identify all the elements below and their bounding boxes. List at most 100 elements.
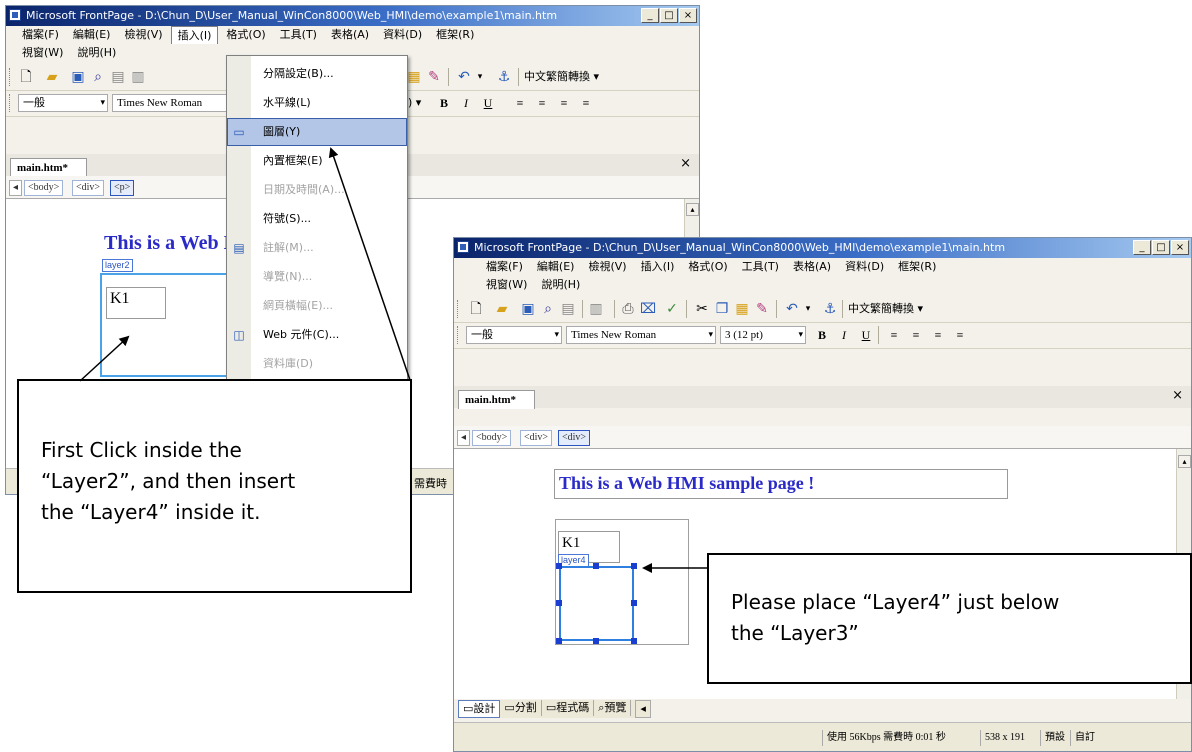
status-custom[interactable]: 自訂 (1070, 730, 1099, 746)
font-combo[interactable]: Times New Roman ▾ (566, 326, 716, 344)
chinese-conversion-button[interactable]: 中文繁簡轉換 ▾ (848, 301, 923, 317)
insert-menu-item-1[interactable]: 水平線(L) (227, 89, 407, 117)
left-menu-6[interactable]: 表格(A) (325, 26, 375, 44)
align-center-icon[interactable]: ≡ (534, 95, 550, 111)
right-menu-5[interactable]: 工具(T) (736, 258, 785, 276)
left-menu-3[interactable]: 插入(I) (170, 26, 219, 44)
layer4-box[interactable] (559, 566, 634, 641)
insert-menu-item-3[interactable]: 內置框架(E) (227, 147, 407, 175)
open-folder-icon[interactable]: ▰ (44, 69, 60, 85)
tag-body[interactable]: <body> (472, 430, 512, 446)
resize-handle[interactable] (631, 600, 637, 606)
insert-menu-item-2[interactable]: ▭ 圖層(Y) (227, 118, 407, 146)
tab-design[interactable]: ▭設計 (458, 700, 501, 718)
tag-div[interactable]: <div> (520, 430, 553, 446)
format-painter-icon[interactable]: ✎ (754, 301, 770, 317)
style-combo[interactable]: 一般 ▾ (466, 326, 562, 344)
underline-button[interactable]: U (480, 95, 496, 111)
scroll-up-icon[interactable]: ▴ (1178, 455, 1191, 468)
insert-menu-item-9[interactable]: ◫ Web 元件(C)... (227, 321, 407, 349)
insert-menu-item-0[interactable]: 分隔設定(B)... (227, 60, 407, 88)
tab-main-htm[interactable]: main.htm* (10, 158, 88, 177)
preview-icon[interactable]: ⌧ (640, 301, 656, 317)
cut-icon[interactable]: ✂ (694, 301, 710, 317)
chinese-conversion-button[interactable]: 中文繁簡轉換 ▾ (524, 69, 599, 85)
scroll-left-icon[interactable]: ◂ (635, 700, 651, 718)
publish-icon[interactable]: ▤ (110, 69, 126, 85)
bookmark-icon[interactable]: ⚓ (496, 69, 512, 85)
toolbar-grip[interactable] (9, 94, 13, 112)
font-combo[interactable]: Times New Roman (112, 94, 242, 112)
close-icon[interactable]: × (679, 8, 697, 23)
align-left-icon[interactable]: ≡ (512, 95, 528, 111)
bold-button[interactable]: B (436, 95, 452, 111)
layer2-label[interactable]: layer2 (102, 259, 133, 272)
right-menu-4[interactable]: 格式(O) (682, 258, 733, 276)
page-heading-box[interactable]: This is a Web HMI sample page ! (554, 469, 1008, 499)
align-right-icon[interactable]: ≡ (930, 327, 946, 343)
close-document-icon[interactable]: × (680, 156, 691, 171)
right-menu-8[interactable]: 框架(R) (892, 258, 942, 276)
left-row2-menu-0[interactable]: 視窗(W) (16, 44, 69, 62)
align-left-icon[interactable]: ≡ (886, 327, 902, 343)
resize-handle[interactable] (556, 600, 562, 606)
undo-icon[interactable]: ↶ (784, 301, 800, 317)
print-icon[interactable]: ⎙ (620, 301, 636, 317)
italic-button[interactable]: I (458, 95, 474, 111)
right-menu-6[interactable]: 表格(A) (787, 258, 837, 276)
tab-main-htm[interactable]: main.htm* (458, 390, 536, 409)
tab-split[interactable]: ▭分割 (500, 700, 542, 716)
save-icon[interactable]: ▣ (520, 301, 536, 317)
minimize-icon[interactable]: _ (1133, 240, 1151, 255)
tab-preview[interactable]: ⌕預覽 (594, 700, 632, 716)
tag-arrow-icon[interactable]: ◂ (9, 180, 23, 196)
right-menu-3[interactable]: 插入(I) (635, 258, 681, 276)
left-row2-menu-1[interactable]: 說明(H) (71, 44, 122, 62)
tag-arrow-icon[interactable]: ◂ (457, 430, 471, 446)
left-title-bar[interactable]: Microsoft FrontPage - D:\Chun_D\User_Man… (6, 6, 699, 26)
toolbar-grip[interactable] (457, 326, 461, 344)
left-menu-1[interactable]: 編輯(E) (67, 26, 117, 44)
scroll-up-icon[interactable]: ▴ (686, 203, 699, 216)
search-icon[interactable]: ⌕ (540, 301, 556, 317)
maximize-icon[interactable]: □ (1152, 240, 1170, 255)
folder-list-icon[interactable]: ▥ (130, 69, 146, 85)
bookmark-icon[interactable]: ⚓ (822, 301, 838, 317)
resize-handle[interactable] (593, 563, 599, 569)
k1-textbox[interactable]: K1 (106, 287, 166, 319)
left-menu-7[interactable]: 資料(D) (377, 26, 428, 44)
paste-icon[interactable]: ▦ (406, 69, 422, 85)
maximize-icon[interactable]: □ (660, 8, 678, 23)
open-folder-icon[interactable]: ▰ (494, 301, 510, 317)
resize-handle[interactable] (631, 638, 637, 644)
right-row2-menu-0[interactable]: 視窗(W) (480, 276, 533, 294)
close-icon[interactable]: × (1171, 240, 1189, 255)
justify-icon[interactable]: ≡ (578, 95, 594, 111)
right-menu-0[interactable]: 檔案(F) (480, 258, 529, 276)
undo-icon[interactable]: ↶ (456, 69, 472, 85)
new-page-icon[interactable]: 🗋 (468, 301, 484, 317)
resize-handle[interactable] (593, 638, 599, 644)
left-menu-0[interactable]: 檔案(F) (16, 26, 65, 44)
justify-icon[interactable]: ≡ (952, 327, 968, 343)
tag-body[interactable]: <body> (24, 180, 64, 196)
left-menu-8[interactable]: 框架(R) (430, 26, 480, 44)
italic-button[interactable]: I (836, 327, 852, 343)
search-icon[interactable]: ⌕ (90, 69, 106, 85)
resize-handle[interactable] (631, 563, 637, 569)
chevron-down-icon[interactable]: ▾ (800, 301, 816, 317)
new-page-icon[interactable]: 🗋 (18, 69, 34, 85)
chevron-down-icon[interactable]: ▾ (472, 69, 488, 85)
toolbar-grip[interactable] (457, 300, 461, 318)
underline-button[interactable]: U (858, 327, 874, 343)
resize-handle[interactable] (556, 638, 562, 644)
right-menu-7[interactable]: 資料(D) (839, 258, 890, 276)
tag-div-selected[interactable]: <div> (558, 430, 591, 446)
align-center-icon[interactable]: ≡ (908, 327, 924, 343)
right-menu-2[interactable]: 檢視(V) (582, 258, 632, 276)
toolbar-grip[interactable] (9, 68, 13, 86)
size-combo-tail[interactable]: ) ▾ (408, 95, 421, 111)
tab-code[interactable]: ▭程式碼 (542, 700, 595, 716)
status-default[interactable]: 預設 (1040, 730, 1069, 746)
folder-list-icon[interactable]: ▥ (588, 301, 604, 317)
